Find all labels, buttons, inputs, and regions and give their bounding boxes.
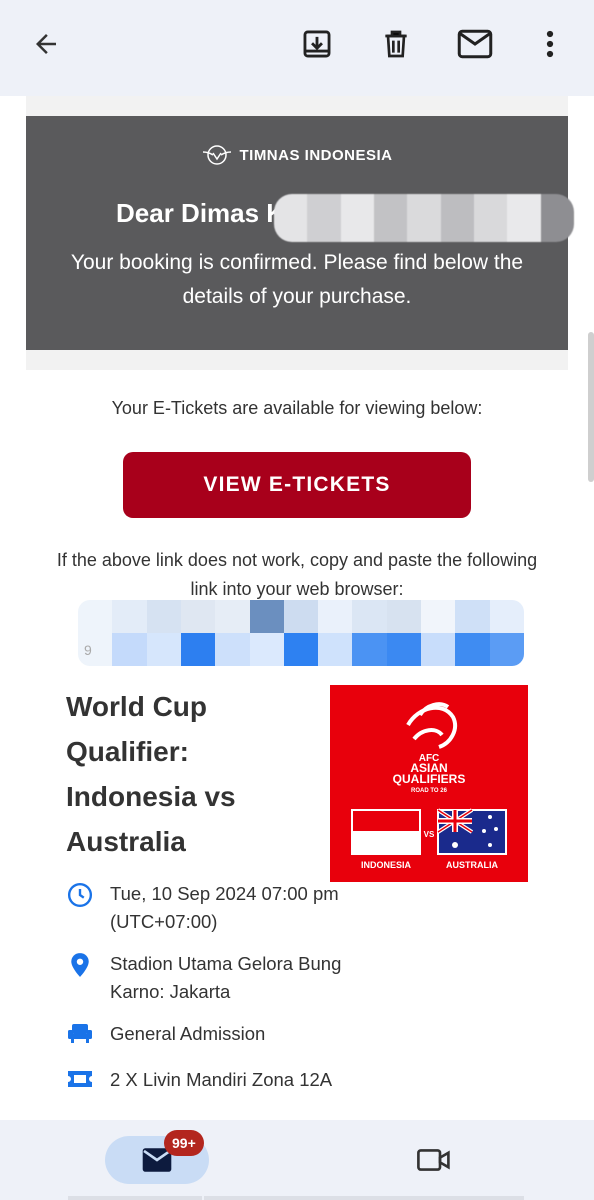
meet-tab[interactable] (410, 1140, 458, 1180)
brand-name: TIMNAS INDONESIA (239, 146, 393, 164)
bottom-navigation: 99+ (0, 1120, 594, 1200)
event-banner-image: AFC ASIAN QUALIFIERS ROAD TO 26 VS INDON… (330, 685, 528, 882)
nav-divider (68, 1196, 202, 1200)
nav-divider (204, 1196, 524, 1200)
event-venue-row: Stadion Utama Gelora Bung Karno: Jakarta (66, 950, 366, 1006)
redacted-name (274, 194, 574, 242)
location-pin-icon (71, 953, 89, 977)
header-banner: TIMNAS INDONESIA Dear Dimas K Your booki… (26, 116, 574, 350)
australia-flag (436, 808, 507, 855)
ticket-icon (68, 1071, 92, 1087)
link-prefix: 9 (78, 633, 113, 666)
mail-icon (457, 29, 493, 59)
divider (26, 350, 568, 370)
event-venue: Stadion Utama Gelora Bung Karno: Jakarta (110, 953, 342, 1002)
back-button[interactable] (24, 22, 68, 66)
arrow-left-icon (36, 34, 56, 54)
video-icon (417, 1149, 450, 1171)
clock-icon (67, 882, 93, 908)
logo-line3: QUALIFIERS (393, 772, 466, 786)
vs-label: VS (424, 830, 435, 839)
archive-icon (303, 30, 331, 58)
archive-button[interactable] (295, 22, 339, 66)
event-title: World Cup Qualifier: Indonesia vs Austra… (66, 691, 236, 857)
top-app-bar (0, 0, 594, 96)
trash-icon (385, 30, 407, 58)
team2-label: AUSTRALIA (446, 860, 498, 870)
scrollbar[interactable] (588, 332, 594, 482)
indonesia-flag (351, 809, 421, 855)
logo-line4: ROAD TO 26 (411, 788, 448, 794)
admission-row: General Admission (66, 1020, 366, 1048)
mark-unread-button[interactable] (453, 22, 497, 66)
admission-type: General Admission (110, 1023, 266, 1044)
brand-logo: TIMNAS INDONESIA (26, 144, 568, 166)
view-e-tickets-button[interactable]: VIEW E-TICKETS (123, 452, 471, 518)
delete-button[interactable] (374, 22, 418, 66)
fallback-instructions: If the above link does not work, copy an… (56, 550, 538, 599)
afc-qualifiers-logo: AFC ASIAN QUALIFIERS ROAD TO 26 VS INDON… (351, 702, 507, 870)
greeting: Dear Dimas K (116, 198, 286, 228)
divider (26, 96, 568, 116)
redacted-link[interactable]: 9 (78, 600, 524, 666)
seat-icon (68, 1024, 92, 1043)
ticket-quantity-zone: 2 X Livin Mandiri Zona 12A (110, 1069, 333, 1090)
tickets-row: 2 X Livin Mandiri Zona 12A (66, 1066, 366, 1094)
team1-label: INDONESIA (361, 860, 412, 870)
tickets-available-text: Your E-Tickets are available for viewing… (111, 398, 483, 418)
garuda-emblem-icon (203, 145, 232, 165)
unread-badge: 99+ (164, 1130, 204, 1156)
more-vert-icon (546, 30, 554, 58)
more-options-button[interactable] (528, 22, 572, 66)
event-date-row: Tue, 10 Sep 2024 07:00 pm (UTC+07:00) (66, 880, 366, 936)
email-body: TIMNAS INDONESIA Dear Dimas K Your booki… (26, 96, 574, 1120)
confirmation-message: Your booking is confirmed. Please find b… (70, 251, 524, 308)
email-content[interactable]: TIMNAS INDONESIA Dear Dimas K Your booki… (0, 96, 594, 1120)
event-date-time: Tue, 10 Sep 2024 07:00 pm (UTC+07:00) (110, 883, 339, 932)
